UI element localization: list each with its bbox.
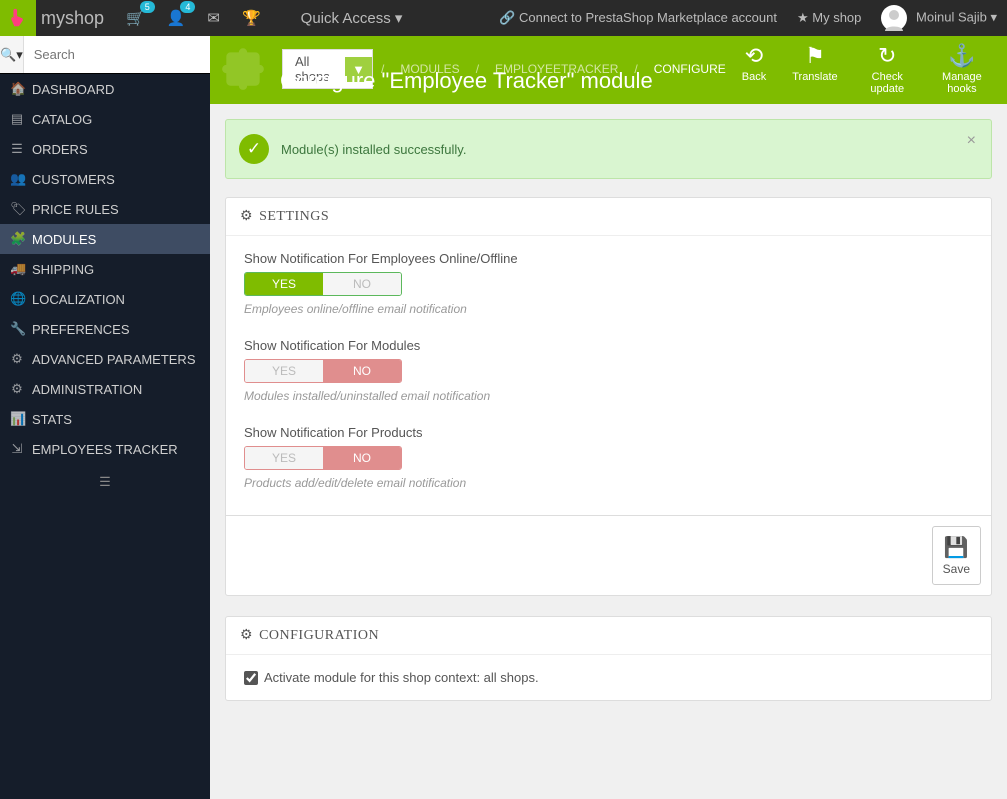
avatar <box>881 5 907 31</box>
tracker-icon: ⇲ <box>10 441 24 457</box>
gear-icon: ⚙ <box>10 381 24 397</box>
sidebar-item-administration[interactable]: ⚙ADMINISTRATION <box>0 374 210 404</box>
page-title: Configure "Employee Tracker" module <box>280 68 653 94</box>
sidebar-item-preferences[interactable]: 🔧PREFERENCES <box>0 314 210 344</box>
sidebar-item-localization[interactable]: 🌐LOCALIZATION <box>0 284 210 314</box>
sidebar-item-stats[interactable]: 📊STATS <box>0 404 210 434</box>
toggle-employees[interactable]: YES NO <box>244 272 402 296</box>
trophy-icon[interactable]: 🏆 <box>242 9 261 27</box>
toggle-no[interactable]: NO <box>323 447 401 469</box>
settings-panel: ⚙ SETTINGS Show Notification For Employe… <box>225 197 992 596</box>
globe-icon: 🌐 <box>10 291 24 307</box>
sidebar-collapse[interactable]: ☰ <box>0 464 210 500</box>
my-shop-link[interactable]: ★ My shop <box>797 10 861 26</box>
toggle-yes[interactable]: YES <box>245 360 323 382</box>
field-products-notification: Show Notification For Products YES NO Pr… <box>244 425 973 490</box>
sidebar-search: 🔍▾ <box>0 36 210 74</box>
check-update-button[interactable]: ↻Check update <box>856 41 919 97</box>
toggle-modules[interactable]: YES NO <box>244 359 402 383</box>
sidebar-item-catalog[interactable]: ▤CATALOG <box>0 104 210 134</box>
chart-icon: 📊 <box>10 411 24 427</box>
user-menu[interactable]: Moinul Sajib ▾ <box>881 5 997 31</box>
menu-icon: ☰ <box>99 474 111 489</box>
shop-name[interactable]: myshop <box>41 8 104 29</box>
wrench-icon: 🔧 <box>10 321 24 337</box>
toggle-products[interactable]: YES NO <box>244 446 402 470</box>
activate-checkbox[interactable] <box>244 671 258 685</box>
marketplace-link[interactable]: 🔗 Connect to PrestaShop Marketplace acco… <box>499 10 777 26</box>
field-employees-notification: Show Notification For Employees Online/O… <box>244 251 973 316</box>
back-button[interactable]: ⟲Back <box>734 41 774 97</box>
sidebar-nav: 🏠DASHBOARD ▤CATALOG ☰ORDERS 👥CUSTOMERS 🏷… <box>0 74 210 464</box>
sidebar-item-orders[interactable]: ☰ORDERS <box>0 134 210 164</box>
translate-button[interactable]: ⚑Translate <box>784 41 845 97</box>
alert-message: Module(s) installed successfully. <box>281 142 466 157</box>
check-icon: ✓ <box>239 134 269 164</box>
mail-icon[interactable]: ✉ <box>207 9 220 27</box>
save-button[interactable]: 💾 Save <box>932 526 981 585</box>
users-icon: 👥 <box>10 171 24 187</box>
manage-hooks-button[interactable]: ⚓Manage hooks <box>929 41 995 97</box>
toggle-yes[interactable]: YES <box>245 273 323 295</box>
field-modules-notification: Show Notification For Modules YES NO Mod… <box>244 338 973 403</box>
sidebar-item-customers[interactable]: 👥CUSTOMERS <box>0 164 210 194</box>
sidebar-item-modules[interactable]: 🧩MODULES <box>0 224 210 254</box>
puzzle-icon: 🧩 <box>10 231 24 247</box>
gears-icon: ⚙ <box>10 351 24 367</box>
logo[interactable] <box>0 0 36 36</box>
refresh-icon: ↻ <box>864 43 911 69</box>
hand-pointer-icon <box>7 7 29 29</box>
credit-card-icon: ☰ <box>10 141 24 157</box>
activate-label: Activate module for this shop context: a… <box>264 670 539 685</box>
quick-access-dropdown[interactable]: Quick Access ▾ <box>301 9 403 27</box>
search-icon: 🔍 <box>0 47 16 63</box>
sidebar-item-price-rules[interactable]: 🏷PRICE RULES <box>0 194 210 224</box>
configuration-panel: ⚙ CONFIGURATION Activate module for this… <box>225 616 992 701</box>
save-icon: 💾 <box>943 535 970 560</box>
main: ✓ Module(s) installed successfully. × ⚙ … <box>210 104 1007 799</box>
page-header: All shops ▼ / MODULES / EMPLOYEETRACKER … <box>210 36 1007 104</box>
cart-icon[interactable]: 🛒5 <box>126 9 145 27</box>
sidebar-item-employees-tracker[interactable]: ⇲EMPLOYEES TRACKER <box>0 434 210 464</box>
search-button[interactable]: 🔍▾ <box>0 36 24 73</box>
settings-panel-title: ⚙ SETTINGS <box>226 198 991 236</box>
gears-icon: ⚙ <box>240 208 253 225</box>
customers-icon[interactable]: 👤4 <box>167 9 186 27</box>
toggle-no[interactable]: NO <box>323 360 401 382</box>
sidebar-item-shipping[interactable]: 🚚SHIPPING <box>0 254 210 284</box>
toggle-no[interactable]: NO <box>323 273 401 295</box>
topbar: myshop 🛒5 👤4 ✉ 🏆 Quick Access ▾ 🔗 Connec… <box>0 0 1007 36</box>
flag-icon: ⚑ <box>792 43 837 69</box>
close-icon[interactable]: × <box>967 132 976 150</box>
sidebar: 🔍▾ 🏠DASHBOARD ▤CATALOG ☰ORDERS 👥CUSTOMER… <box>0 36 210 799</box>
breadcrumb-configure: CONFIGURE <box>654 62 726 76</box>
config-panel-title: ⚙ CONFIGURATION <box>226 617 991 655</box>
gears-icon: ⚙ <box>240 627 253 644</box>
gauge-icon: 🏠 <box>10 81 24 97</box>
cart-badge: 5 <box>140 1 155 13</box>
tag-icon: 🏷 <box>10 201 24 217</box>
truck-icon: 🚚 <box>10 261 24 277</box>
puzzle-header-icon <box>218 42 268 92</box>
book-icon: ▤ <box>10 111 24 127</box>
activate-checkbox-row[interactable]: Activate module for this shop context: a… <box>244 670 973 685</box>
user-badge: 4 <box>180 1 195 13</box>
sidebar-item-dashboard[interactable]: 🏠DASHBOARD <box>0 74 210 104</box>
alert-success: ✓ Module(s) installed successfully. × <box>225 119 992 179</box>
toggle-yes[interactable]: YES <box>245 447 323 469</box>
sidebar-item-advanced-parameters[interactable]: ⚙ADVANCED PARAMETERS <box>0 344 210 374</box>
anchor-icon: ⚓ <box>937 43 987 69</box>
search-input[interactable] <box>24 36 220 73</box>
back-arrow-icon: ⟲ <box>742 43 766 69</box>
